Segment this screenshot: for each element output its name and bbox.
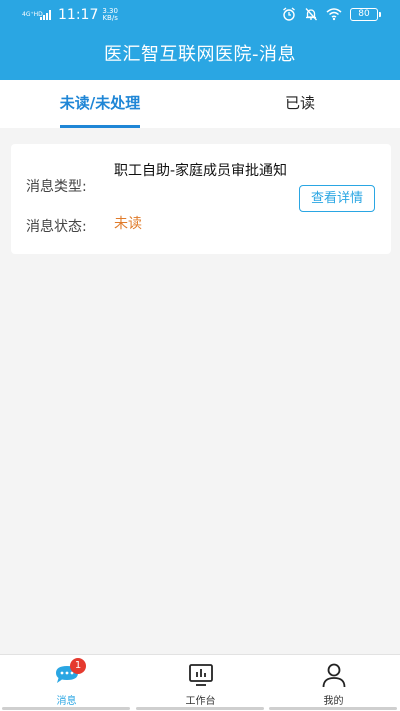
nav-label-workbench: 工作台 bbox=[185, 696, 216, 707]
wifi-icon bbox=[326, 8, 342, 21]
tab-unread[interactable]: 未读/未处理 bbox=[0, 80, 200, 128]
alarm-icon bbox=[283, 7, 295, 21]
tab-bar: 未读/未处理 已读 bbox=[0, 80, 400, 128]
tab-unread-label: 未读/未处理 bbox=[59, 94, 141, 112]
message-status-value: 未读 bbox=[114, 216, 142, 232]
unread-count-badge: 1 bbox=[70, 658, 86, 674]
page-title: 医汇智互联网医院-消息 bbox=[104, 44, 296, 65]
bottom-nav: 1 消息 工作台 我的 bbox=[0, 654, 400, 711]
nav-item-profile[interactable]: 我的 bbox=[267, 655, 400, 711]
network-speed: 3.30 KB/s bbox=[102, 8, 118, 22]
mute-bell-icon bbox=[305, 8, 317, 21]
divider bbox=[2, 707, 130, 710]
battery-icon: 80 bbox=[350, 7, 381, 21]
message-status-label: 消息状态: bbox=[26, 219, 87, 235]
status-bar: 4G⁺HD 11:17 3.30 KB/s 80 bbox=[0, 0, 400, 32]
nav-label-messages: 消息 bbox=[56, 696, 77, 707]
tab-active-indicator bbox=[60, 125, 140, 128]
signal-icon bbox=[40, 10, 52, 20]
divider bbox=[269, 707, 397, 710]
message-type-value: 职工自助-家庭成员审批通知 bbox=[114, 163, 288, 179]
nav-label-profile: 我的 bbox=[323, 696, 344, 707]
app-header: 4G⁺HD 11:17 3.30 KB/s 80 医汇智互联网医院-消息 bbox=[0, 0, 400, 80]
nav-item-workbench[interactable]: 工作台 bbox=[134, 655, 267, 711]
tab-read-label: 已读 bbox=[284, 94, 315, 112]
nav-item-messages[interactable]: 1 消息 bbox=[0, 655, 133, 711]
divider bbox=[136, 707, 264, 710]
view-details-button[interactable]: 查看详情 bbox=[299, 185, 375, 212]
tab-read[interactable]: 已读 bbox=[200, 80, 400, 128]
message-card[interactable]: 消息类型: 职工自助-家庭成员审批通知 消息状态: 未读 查看详情 bbox=[11, 144, 391, 254]
person-icon bbox=[322, 663, 345, 688]
clock-time: 11:17 bbox=[58, 7, 99, 23]
speed-unit: KB/s bbox=[102, 14, 118, 22]
network-type: 4G⁺HD bbox=[22, 11, 43, 18]
dashboard-icon bbox=[188, 664, 213, 686]
message-type-label: 消息类型: bbox=[26, 179, 87, 195]
